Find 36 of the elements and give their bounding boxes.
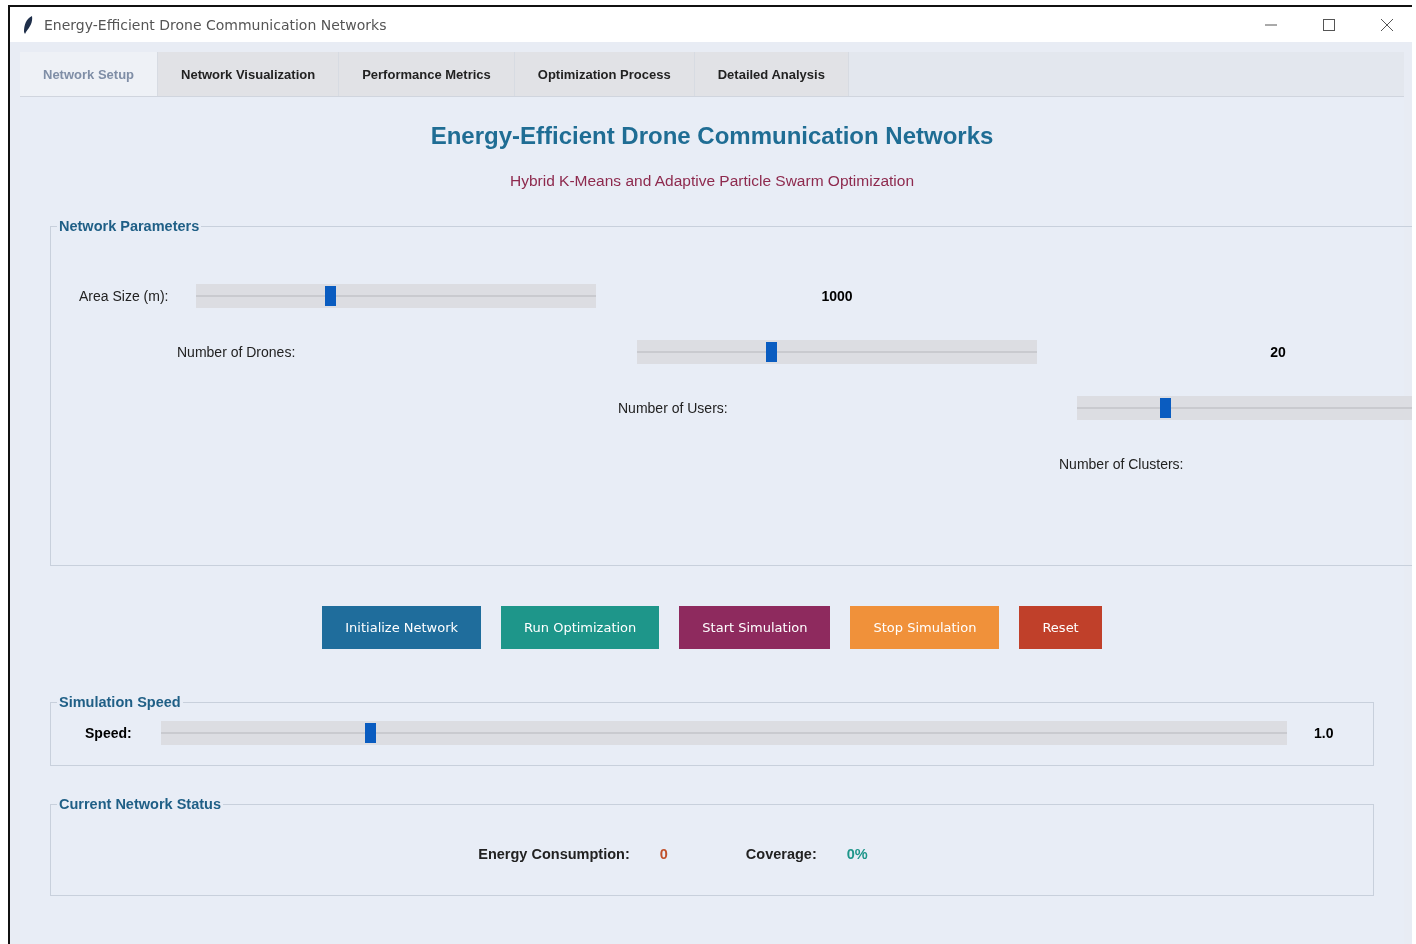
slider[interactable] [161,721,1287,745]
status-value: 0% [846,846,868,862]
tab[interactable]: Optimization Process [514,52,695,96]
slider-thumb[interactable] [1160,398,1171,418]
group-title: Simulation Speed [58,694,182,710]
field-label: Number of Users: [618,400,729,416]
field-label: Speed: [85,725,133,741]
group-title: Network Parameters [58,218,201,234]
page-heading: Energy-Efficient Drone Communication Networks [429,122,995,150]
slider-value: 1.0 [1314,725,1334,741]
maximize-icon[interactable] [1322,17,1336,32]
slider[interactable] [196,284,596,308]
tab[interactable]: Network Visualization [158,52,340,96]
slider-value: 1000 [820,288,854,304]
field-label: Number of Drones: [177,344,297,360]
action-button[interactable]: Initialize Network [322,606,482,649]
field-label: Area Size (m): [79,288,170,304]
tab[interactable]: Performance Metrics [339,52,515,96]
slider-thumb[interactable] [325,286,336,306]
close-icon[interactable] [1380,17,1394,32]
slider[interactable] [637,340,1037,364]
slider-value: 20 [1269,344,1287,360]
group-title: Current Network Status [58,796,222,812]
page-subheading: Hybrid K-Means and Adaptive Particle Swarm Optimization [509,172,915,190]
action-button[interactable]: Reset [1019,606,1102,649]
action-button[interactable]: Run Optimization [501,606,660,649]
status-label: Energy Consumption: [478,846,630,862]
field-label: Number of Clusters: [1059,456,1185,472]
slider-thumb[interactable] [365,723,377,743]
action-button[interactable]: Start Simulation [679,606,831,649]
window-title: Energy-Efficient Drone Communication Networks [44,16,387,33]
feather-icon [22,14,34,35]
status-value: 0 [659,846,668,862]
tab[interactable]: Detailed Analysis [694,52,849,96]
slider-thumb[interactable] [766,342,777,362]
status-label: Coverage: [745,846,817,862]
